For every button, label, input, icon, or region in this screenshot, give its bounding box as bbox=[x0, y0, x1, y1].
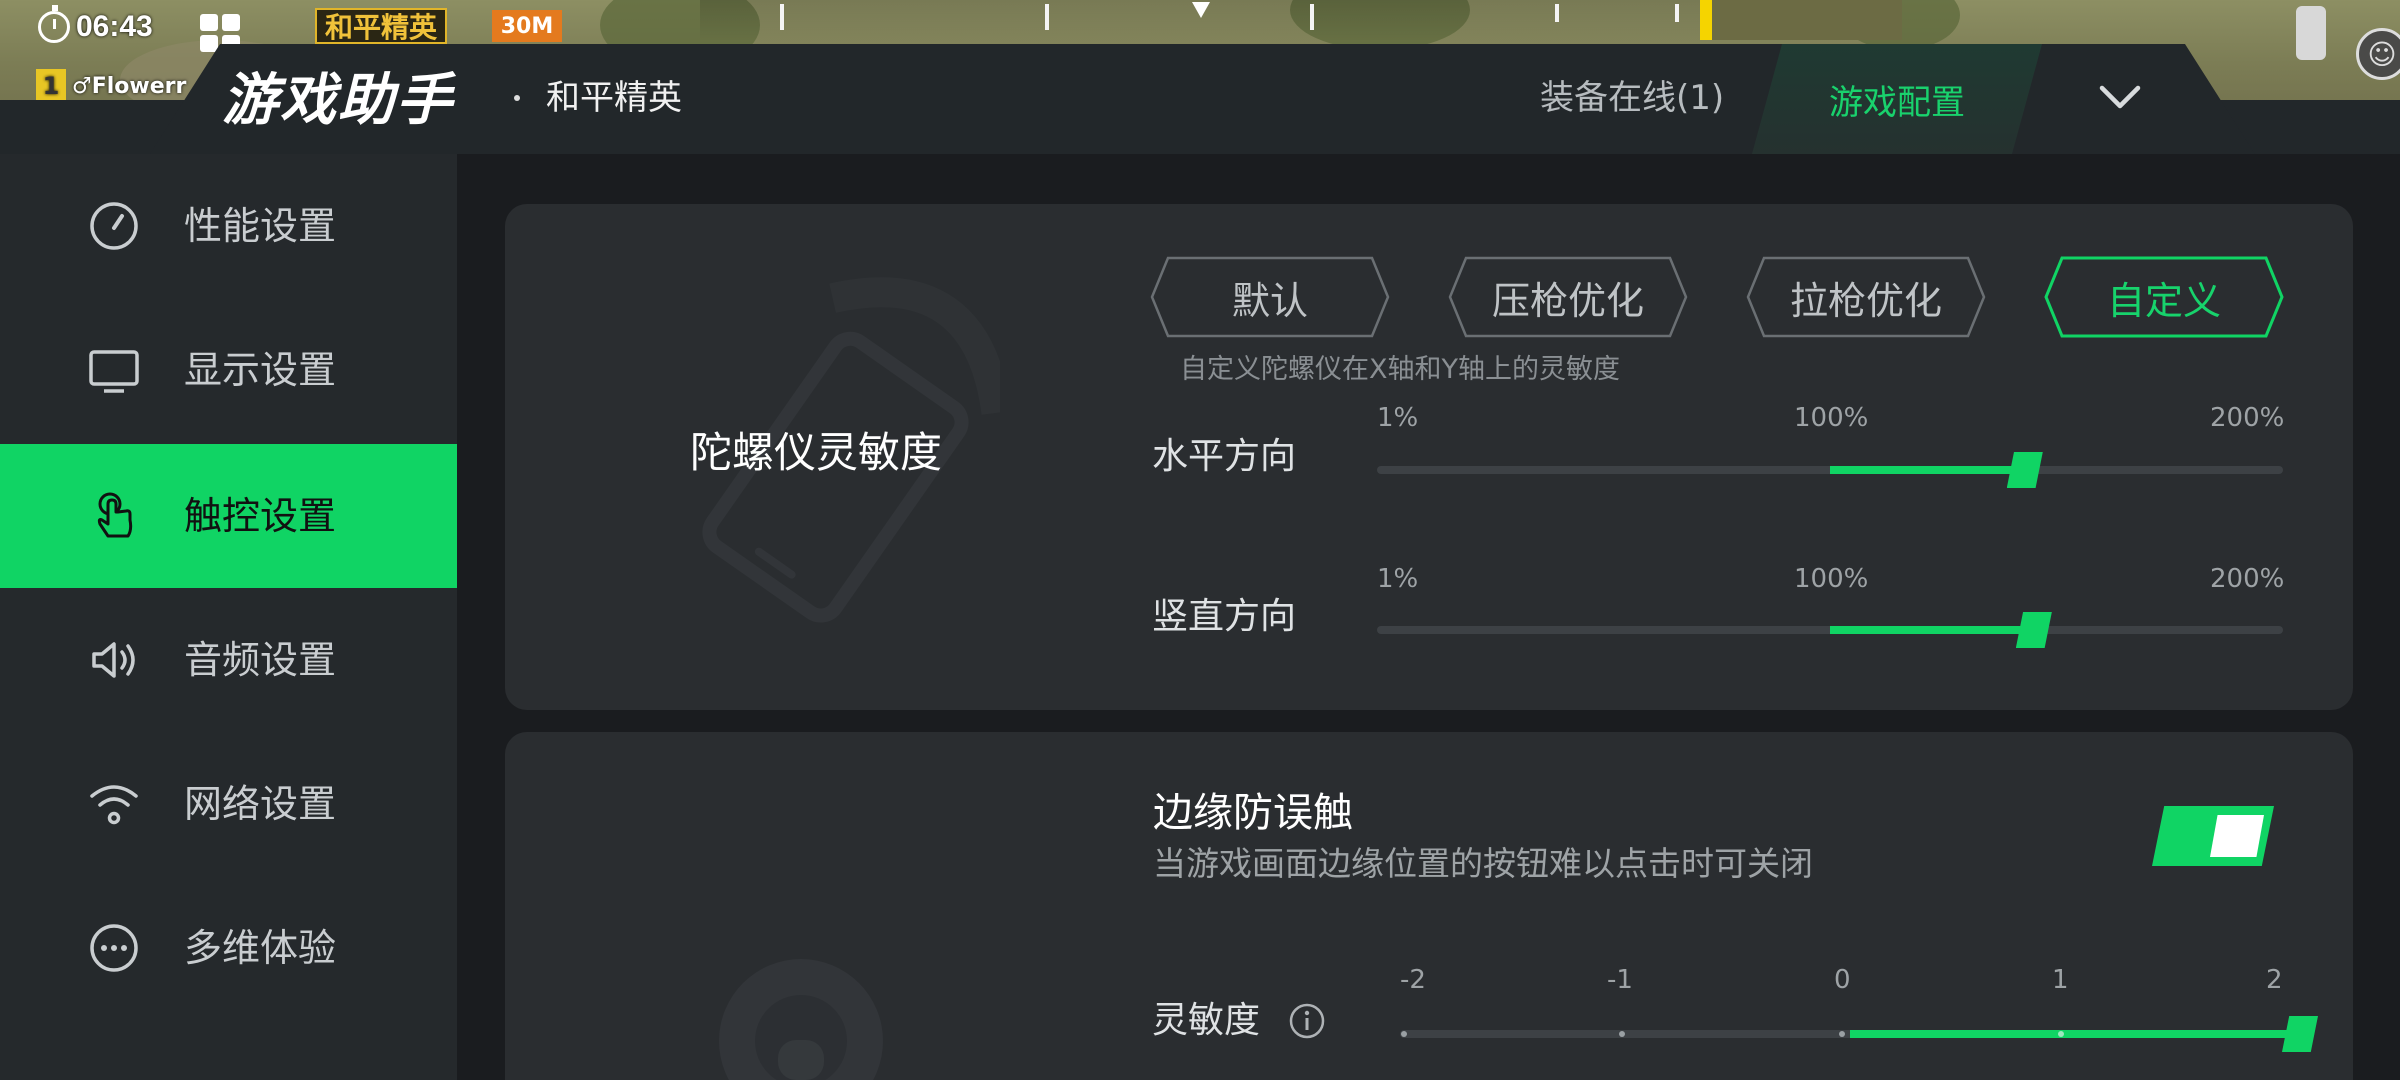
game-assistant-screen: { "status": { "time": "06:43", "game_bad… bbox=[0, 0, 2400, 1080]
clock-text: 06:43 bbox=[76, 10, 153, 43]
mode-label: 默认 bbox=[1231, 278, 1308, 323]
info-icon[interactable] bbox=[1288, 1002, 1326, 1040]
tick-label-min: 1% bbox=[1377, 564, 1419, 594]
monitor-icon bbox=[89, 350, 139, 393]
mode-label: 拉枪优化 bbox=[1789, 278, 1942, 323]
mode-label: 压枪优化 bbox=[1491, 278, 1644, 323]
tick-label-mid: 100% bbox=[1794, 403, 1869, 433]
sidebar-item-audio[interactable]: 音频设置 bbox=[0, 588, 457, 732]
mode-label: 自定义 bbox=[2106, 278, 2221, 323]
tick-label-max: 200% bbox=[2210, 564, 2285, 594]
game-name: 和平精英 bbox=[546, 78, 682, 118]
sensitivity-tick: -1 bbox=[1607, 965, 1633, 995]
tick-label-min: 1% bbox=[1377, 403, 1419, 433]
speaker-icon bbox=[92, 642, 135, 678]
sidebar-item-label: 触控设置 bbox=[184, 494, 337, 538]
touch-circle-illustration bbox=[719, 959, 883, 1080]
sensitivity-label: 灵敏度 bbox=[1152, 1000, 1261, 1041]
mode-flick-button[interactable]: 拉枪优化 bbox=[1746, 256, 1986, 338]
wifi-icon bbox=[90, 785, 138, 825]
vertical-slider-fill bbox=[1830, 626, 2034, 634]
more-dots-icon bbox=[90, 924, 138, 972]
distance-badge: 30M bbox=[492, 10, 562, 42]
player-number: 1 bbox=[36, 69, 66, 103]
mode-recoil-button[interactable]: 压枪优化 bbox=[1448, 256, 1688, 338]
zone-indicator bbox=[1700, 0, 1712, 40]
slider-label-horizontal: 水平方向 bbox=[1152, 436, 1297, 477]
sensitivity-step-dot bbox=[2058, 1031, 2064, 1037]
toggle-knob bbox=[2210, 815, 2264, 857]
tick-label-max: 200% bbox=[2210, 403, 2285, 433]
emote-icon[interactable]: ☺ bbox=[2356, 28, 2400, 80]
tab-game-config[interactable]: 游戏配置 bbox=[1752, 44, 2042, 154]
sensitivity-tick: -2 bbox=[1400, 965, 1426, 995]
horizontal-slider-fill bbox=[1830, 466, 2025, 474]
sidebar-item-multi-experience[interactable]: 多维体验 bbox=[0, 876, 457, 1020]
tab-game-config-label: 游戏配置 bbox=[1829, 82, 1965, 123]
sensitivity-step-dot bbox=[1619, 1031, 1625, 1037]
sensitivity-tick: 0 bbox=[1834, 965, 1851, 995]
sensitivity-tick: 1 bbox=[2052, 965, 2069, 995]
mode-default-button[interactable]: 默认 bbox=[1150, 256, 1390, 338]
clock: 06:43 bbox=[38, 5, 153, 46]
bottle-icon[interactable] bbox=[2296, 6, 2326, 60]
sidebar-item-label: 性能设置 bbox=[184, 204, 337, 248]
sidebar-item-performance[interactable]: 性能设置 bbox=[0, 154, 457, 298]
sensitivity-step-dot bbox=[1839, 1031, 1845, 1037]
sidebar-item-label: 多维体验 bbox=[184, 926, 337, 970]
sidebar-item-touch[interactable]: 触控设置 bbox=[0, 444, 457, 588]
stopwatch-icon bbox=[38, 5, 70, 43]
sensitivity-slider-fill bbox=[1850, 1030, 2300, 1038]
sensitivity-step-dot bbox=[1401, 1031, 1407, 1037]
edge-protection-description: 当游戏画面边缘位置的按钮难以点击时可关闭 bbox=[1153, 844, 1813, 883]
minimap-fragment bbox=[1712, 0, 1902, 40]
title-separator-dot bbox=[514, 95, 520, 101]
touch-hand-icon bbox=[97, 492, 133, 538]
sensitivity-tick: 2 bbox=[2266, 965, 2283, 995]
speedometer-icon bbox=[90, 202, 138, 250]
sidebar-item-network[interactable]: 网络设置 bbox=[0, 732, 457, 876]
tick-label-mid: 100% bbox=[1794, 564, 1869, 594]
compass-heading-marker bbox=[1192, 2, 1210, 18]
app-title: 游戏助手 bbox=[222, 68, 454, 131]
sidebar-item-label: 显示设置 bbox=[184, 348, 337, 392]
sidebar-item-display[interactable]: 显示设置 bbox=[0, 298, 457, 442]
sidebar: 性能设置 显示设置 触控设置 音频设置 网络设置 多维体验 bbox=[0, 154, 457, 1080]
game-badge: 和平精英 bbox=[315, 8, 448, 44]
sidebar-item-label: 网络设置 bbox=[184, 782, 337, 826]
edge-protection-title: 边缘防误触 bbox=[1153, 790, 1353, 836]
player-tag: 1 ♂Flowerr bbox=[36, 68, 186, 104]
tab-equipment-online[interactable]: 装备在线(1) bbox=[1540, 74, 1724, 122]
mode-hint: 自定义陀螺仪在X轴和Y轴上的灵敏度 bbox=[1180, 354, 1620, 385]
gyro-title: 陀螺仪灵敏度 bbox=[690, 428, 943, 477]
chevron-down-icon[interactable] bbox=[2098, 82, 2142, 112]
sidebar-item-label: 音频设置 bbox=[184, 638, 337, 682]
slider-label-vertical: 竖直方向 bbox=[1152, 596, 1297, 637]
mode-custom-button[interactable]: 自定义 bbox=[2044, 256, 2284, 338]
player-name: ♂Flowerr bbox=[72, 73, 187, 99]
